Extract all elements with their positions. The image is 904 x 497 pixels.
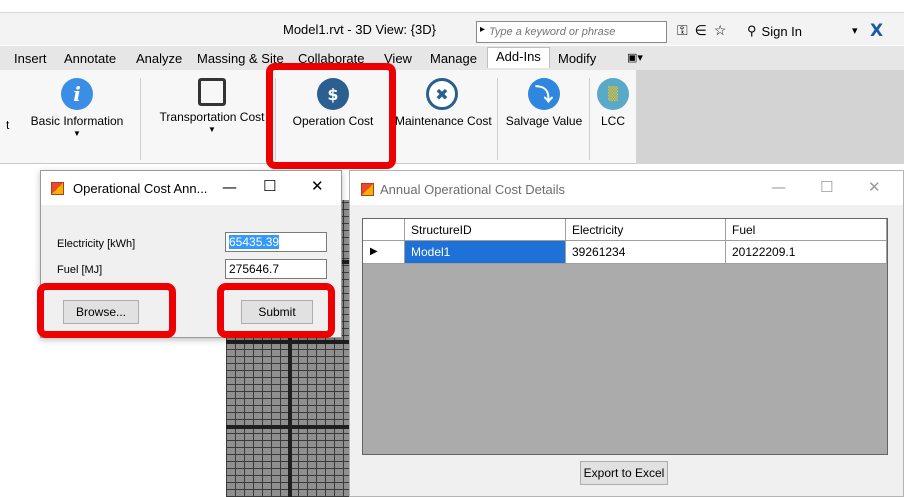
table-corner-header	[363, 219, 405, 241]
user-icon: ⚲	[747, 23, 757, 38]
tab-modify[interactable]: Modify	[558, 51, 596, 66]
close-icon[interactable]: ✕	[311, 177, 324, 195]
sign-in-label: Sign In	[761, 23, 803, 39]
search-box[interactable]: ▸	[476, 21, 667, 43]
ribbon-cutoff-label: t	[6, 118, 10, 132]
fuel-value: 275646.7	[229, 262, 280, 276]
table-cell-structure-id[interactable]: Model1	[405, 241, 566, 264]
basic-information-button[interactable]: i Basic Information ▼	[27, 78, 127, 138]
bar-chart-icon: ▒	[597, 78, 629, 110]
lcc-label: LCC	[600, 114, 625, 128]
minimize-icon[interactable]: —	[771, 178, 786, 196]
tab-analyze[interactable]: Analyze	[136, 51, 182, 66]
truck-icon	[198, 78, 226, 106]
tab-insert[interactable]: Insert	[14, 51, 47, 66]
star-icon[interactable]: ☆	[714, 22, 727, 39]
dialog-title: Operational Cost Ann...	[73, 181, 208, 196]
minimize-icon[interactable]: —	[222, 178, 237, 196]
dialog-title: Annual Operational Cost Details	[380, 182, 565, 197]
fuel-field[interactable]: 275646.7	[225, 259, 327, 279]
column-header-electricity[interactable]: Electricity	[566, 219, 726, 241]
salvage-value-button[interactable]: ⤵ Salvage Value	[505, 78, 583, 128]
export-to-excel-button[interactable]: Export to Excel	[580, 461, 668, 485]
exchange-logo-icon[interactable]: X	[870, 21, 883, 41]
fuel-label: Fuel [MJ]	[57, 264, 103, 276]
ribbon-empty-area	[636, 70, 904, 164]
tools-icon: ✖	[426, 78, 458, 110]
panel-toggle-icon[interactable]: ▣▾	[627, 51, 643, 64]
basic-information-label: Basic Information	[30, 114, 124, 128]
close-icon[interactable]: ✕	[868, 178, 881, 196]
ribbon-separator	[140, 78, 141, 160]
chevron-down-icon: ▼	[208, 125, 216, 134]
chevron-down-icon: ▼	[73, 129, 81, 138]
ribbon-separator	[589, 78, 590, 160]
column-header-structure-id[interactable]: StructureID	[405, 219, 566, 241]
search-input[interactable]	[489, 22, 665, 42]
electricity-label: Electricity [kWh]	[57, 238, 136, 250]
electricity-field[interactable]: 65435.39	[225, 232, 327, 252]
sign-in-dropdown-icon[interactable]: ▾	[852, 24, 858, 37]
satellite-icon[interactable]: ∈	[695, 22, 707, 39]
maintenance-cost-button[interactable]: ✖ Maintenance Cost	[395, 78, 492, 128]
maintenance-cost-label: Maintenance Cost	[395, 114, 492, 128]
row-selector-icon[interactable]: ▶	[363, 241, 405, 264]
tab-manage[interactable]: Manage	[430, 51, 477, 66]
ribbon-separator	[497, 78, 498, 160]
cost-details-table[interactable]: StructureID Electricity Fuel ▶ Model1 39…	[362, 218, 888, 455]
highlight-operation-cost	[266, 63, 396, 169]
table-cell-electricity[interactable]: 39261234	[566, 241, 726, 264]
maximize-icon[interactable]: ☐	[820, 178, 833, 196]
column-header-fuel[interactable]: Fuel	[726, 219, 887, 241]
tab-annotate[interactable]: Annotate	[64, 51, 116, 66]
electricity-value: 65435.39	[229, 235, 280, 249]
app-icon	[361, 183, 374, 196]
binoculars-icon[interactable]: ⚿	[677, 22, 688, 39]
tab-add-ins[interactable]: Add-Ins	[487, 47, 550, 68]
salvage-value-label: Salvage Value	[505, 114, 583, 128]
sign-in-button[interactable]: ⚲ Sign In	[747, 23, 802, 39]
info-icon: i	[61, 78, 93, 110]
annual-operational-cost-details-dialog: Annual Operational Cost Details — ☐ ✕ St…	[349, 170, 904, 497]
highlight-browse	[37, 283, 176, 338]
lcc-button[interactable]: ▒ LCC	[595, 78, 631, 128]
app-title: Model1.rvt - 3D View: {3D}	[283, 22, 436, 37]
table-cell-fuel[interactable]: 20122209.1	[726, 241, 887, 264]
title-icons: ⚿ ∈ ☆	[677, 22, 726, 39]
app-icon	[51, 182, 64, 195]
highlight-submit	[217, 283, 335, 338]
transportation-cost-button[interactable]: Transportation Cost ▼	[157, 78, 267, 134]
search-expand-icon[interactable]: ▸	[480, 24, 485, 35]
maximize-icon[interactable]: ☐	[263, 177, 276, 195]
transportation-cost-label: Transportation Cost	[159, 110, 265, 124]
salvage-arrow-icon: ⤵	[528, 78, 560, 110]
